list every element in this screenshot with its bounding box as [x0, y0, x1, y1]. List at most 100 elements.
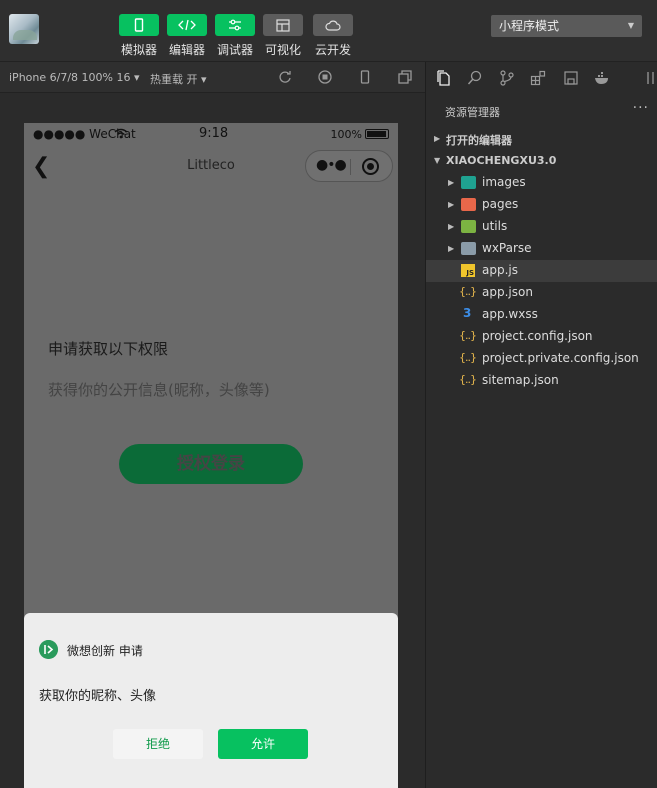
- file-item[interactable]: JS app.js: [426, 260, 657, 282]
- project-section[interactable]: ▼ XIAOCHENGXU3.0: [426, 150, 657, 172]
- simulator-subbar: iPhone 6/7/8 100% 16 ▾ 热重载 开 ▾: [0, 62, 426, 93]
- permission-title: 申请获取以下权限: [48, 340, 169, 358]
- folder-pages-icon: [461, 198, 476, 211]
- chevron-right-icon: ▶: [448, 244, 455, 253]
- docker-icon[interactable]: [594, 70, 610, 86]
- chevron-right-icon: ▶: [434, 134, 441, 143]
- phone-icon: [134, 18, 144, 32]
- mode-select-value: 小程序模式: [499, 19, 560, 33]
- chevron-right-icon: ▶: [448, 178, 455, 187]
- detach-window-icon[interactable]: [398, 70, 412, 84]
- open-editors-label: 打开的编辑器: [446, 134, 512, 147]
- source-control-icon[interactable]: [499, 70, 515, 86]
- mode-select[interactable]: 小程序模式 ▼: [491, 15, 642, 37]
- json-file-icon: {..}: [459, 351, 477, 364]
- authorize-login-button[interactable]: 授权登录: [119, 444, 303, 484]
- debugger-button[interactable]: 调试器: [215, 14, 255, 58]
- simulator-label: 模拟器: [120, 43, 157, 57]
- editor-label: 编辑器: [168, 43, 205, 57]
- more-dots-icon[interactable]: ●•●: [316, 157, 347, 173]
- explorer-title: 资源管理器: [445, 106, 500, 119]
- hot-reload-label: 热重载 开: [150, 73, 198, 86]
- hot-reload-toggle[interactable]: 热重载 开 ▾: [150, 71, 207, 87]
- phone-simulator: ●●●●● WeChat 9:18 100% ❮ Littleco ●•● 申请…: [24, 123, 398, 788]
- refresh-icon[interactable]: [278, 70, 292, 84]
- menu-capsule[interactable]: ●•●: [305, 150, 393, 182]
- folder-item[interactable]: ▶ utils: [426, 216, 657, 238]
- file-label: app.json: [482, 285, 533, 299]
- app-name: 微想创新 申请: [67, 644, 143, 658]
- folder-label: utils: [482, 219, 508, 233]
- folder-label: pages: [482, 197, 519, 211]
- open-editors-section[interactable]: ▶ 打开的编辑器: [426, 128, 657, 150]
- chevron-down-icon: ▼: [434, 156, 441, 165]
- battery-icon: [365, 129, 389, 139]
- activity-bar: [426, 62, 657, 93]
- device-icon[interactable]: [358, 70, 372, 84]
- visual-label: 可视化: [264, 43, 301, 57]
- device-select-label: iPhone 6/7/8 100% 16: [9, 71, 131, 84]
- search-icon[interactable]: [467, 70, 483, 86]
- cloud-label: 云开发: [314, 43, 351, 57]
- folder-item[interactable]: ▶ images: [426, 172, 657, 194]
- more-actions-icon[interactable]: ···: [633, 100, 649, 116]
- visual-button[interactable]: 可视化: [263, 14, 303, 58]
- folder-icon: [461, 242, 476, 255]
- auth-sheet: 微想创新 申请 获取你的昵称、头像 拒绝 允许: [24, 613, 398, 788]
- save-icon[interactable]: [563, 70, 579, 86]
- explorer-panel: 资源管理器 ··· ▶ 打开的编辑器 ▼ XIAOCHENGXU3.0 ▶ im…: [425, 62, 657, 788]
- app-logo-icon: [39, 640, 58, 659]
- phone-status-bar: ●●●●● WeChat 9:18 100%: [24, 123, 398, 145]
- close-miniprogram-icon[interactable]: [362, 158, 379, 175]
- layout-icon: [276, 18, 290, 32]
- auth-scope: 获取你的昵称、头像: [39, 689, 157, 704]
- clock-label: 9:18: [199, 126, 229, 141]
- folder-item[interactable]: ▶ wxParse: [426, 238, 657, 260]
- file-label: sitemap.json: [482, 373, 559, 387]
- device-select[interactable]: iPhone 6/7/8 100% 16 ▾: [9, 71, 140, 84]
- json-file-icon: {..}: [459, 329, 477, 342]
- file-label: app.wxss: [482, 307, 538, 321]
- top-toolbar: 模拟器 编辑器 调试器 可视化 云开发 小程序模式 ▼: [0, 0, 657, 62]
- chevron-right-icon: ▶: [448, 200, 455, 209]
- file-label: project.private.config.json: [482, 351, 639, 365]
- battery-label: 100%: [330, 128, 362, 141]
- cloud-button[interactable]: 云开发: [313, 14, 353, 58]
- files-icon[interactable]: [436, 70, 452, 86]
- split-editor-icon[interactable]: [645, 70, 657, 86]
- cloud-icon: [325, 20, 341, 31]
- file-item[interactable]: {..} project.private.config.json: [426, 348, 657, 370]
- chevron-down-icon: ▼: [627, 21, 634, 30]
- extensions-icon[interactable]: [530, 70, 546, 86]
- file-label: project.config.json: [482, 329, 593, 343]
- folder-images-icon: [461, 176, 476, 189]
- json-file-icon: {..}: [459, 285, 477, 298]
- json-file-icon: {..}: [459, 373, 477, 386]
- capsule-divider: [350, 159, 351, 175]
- file-item[interactable]: 3 app.wxss: [426, 304, 657, 326]
- stop-icon[interactable]: [318, 70, 332, 84]
- file-item[interactable]: {..} project.config.json: [426, 326, 657, 348]
- code-icon: [178, 19, 196, 31]
- js-file-icon: JS: [461, 264, 475, 277]
- simulator-button[interactable]: 模拟器: [119, 14, 159, 58]
- css-file-icon: 3: [463, 306, 472, 320]
- allow-button[interactable]: 允许: [218, 729, 308, 759]
- wifi-icon: [114, 128, 128, 139]
- chevron-right-icon: ▶: [448, 222, 455, 231]
- folder-item[interactable]: ▶ pages: [426, 194, 657, 216]
- user-avatar[interactable]: [9, 14, 39, 44]
- permission-description: 获得你的公开信息(昵称，头像等): [48, 381, 270, 399]
- editor-button[interactable]: 编辑器: [167, 14, 207, 58]
- folder-utils-icon: [461, 220, 476, 233]
- sliders-icon: [229, 19, 241, 31]
- project-label: XIAOCHENGXU3.0: [446, 154, 557, 167]
- file-label: app.js: [482, 263, 518, 277]
- reject-button[interactable]: 拒绝: [113, 729, 203, 759]
- folder-label: wxParse: [482, 241, 532, 255]
- file-item[interactable]: {..} sitemap.json: [426, 370, 657, 392]
- folder-label: images: [482, 175, 526, 189]
- debugger-label: 调试器: [216, 43, 253, 57]
- file-item[interactable]: {..} app.json: [426, 282, 657, 304]
- phone-nav-bar: ❮ Littleco ●•●: [24, 145, 398, 187]
